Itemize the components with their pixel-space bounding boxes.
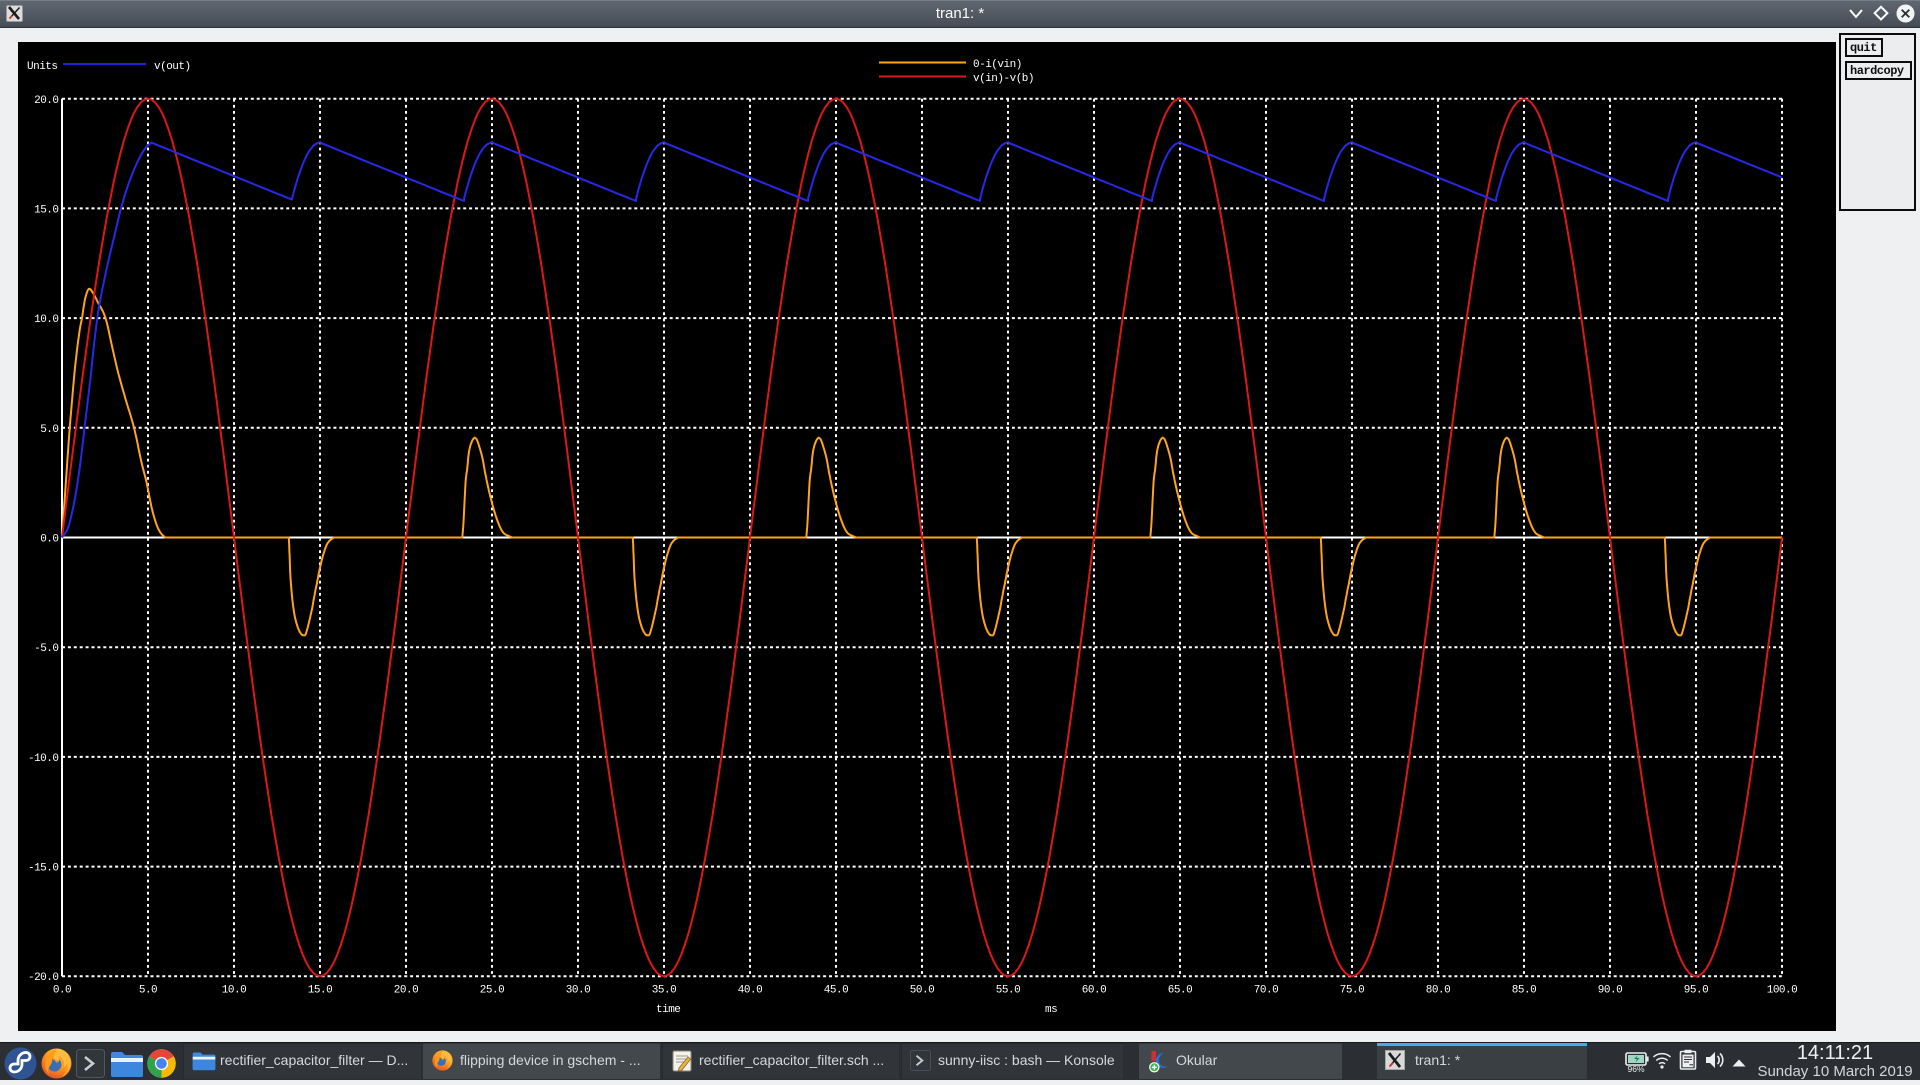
svg-text:v(in)-v(b): v(in)-v(b) bbox=[973, 73, 1034, 85]
svg-text:45.0: 45.0 bbox=[824, 985, 848, 997]
svg-text:20.0: 20.0 bbox=[394, 985, 418, 997]
svg-text:65.0: 65.0 bbox=[1168, 985, 1192, 997]
svg-text:60.0: 60.0 bbox=[1082, 985, 1106, 997]
svg-text:ms: ms bbox=[1045, 1004, 1057, 1016]
svg-text:50.0: 50.0 bbox=[910, 985, 934, 997]
svg-text:0-i(vin): 0-i(vin) bbox=[973, 59, 1022, 71]
svg-text:5.0: 5.0 bbox=[139, 985, 157, 997]
svg-text:-10.0: -10.0 bbox=[28, 753, 59, 765]
svg-text:75.0: 75.0 bbox=[1340, 985, 1364, 997]
svg-text:70.0: 70.0 bbox=[1254, 985, 1278, 997]
svg-text:80.0: 80.0 bbox=[1426, 985, 1450, 997]
svg-text:5.0: 5.0 bbox=[40, 424, 58, 436]
svg-text:15.0: 15.0 bbox=[308, 985, 332, 997]
svg-text:-20.0: -20.0 bbox=[28, 972, 59, 984]
svg-text:85.0: 85.0 bbox=[1512, 985, 1536, 997]
svg-text:Units: Units bbox=[27, 61, 58, 73]
svg-text:0.0: 0.0 bbox=[53, 985, 71, 997]
svg-text:96%: 96% bbox=[1627, 1064, 1644, 1073]
svg-text:100.0: 100.0 bbox=[1767, 985, 1798, 997]
svg-text:v(out): v(out) bbox=[154, 61, 191, 73]
svg-text:90.0: 90.0 bbox=[1598, 985, 1622, 997]
svg-text:10.0: 10.0 bbox=[222, 985, 246, 997]
svg-text:25.0: 25.0 bbox=[480, 985, 504, 997]
svg-text:30.0: 30.0 bbox=[566, 985, 590, 997]
svg-text:time: time bbox=[656, 1004, 680, 1016]
svg-text:20.0: 20.0 bbox=[34, 95, 58, 107]
svg-text:95.0: 95.0 bbox=[1684, 985, 1708, 997]
svg-text:35.0: 35.0 bbox=[652, 985, 676, 997]
svg-text:-15.0: -15.0 bbox=[28, 863, 59, 875]
svg-text:55.0: 55.0 bbox=[996, 985, 1020, 997]
svg-text:0.0: 0.0 bbox=[40, 534, 58, 546]
svg-text:15.0: 15.0 bbox=[34, 204, 58, 216]
svg-text:10.0: 10.0 bbox=[34, 314, 58, 326]
svg-text:-5.0: -5.0 bbox=[34, 643, 58, 655]
svg-text:40.0: 40.0 bbox=[738, 985, 762, 997]
